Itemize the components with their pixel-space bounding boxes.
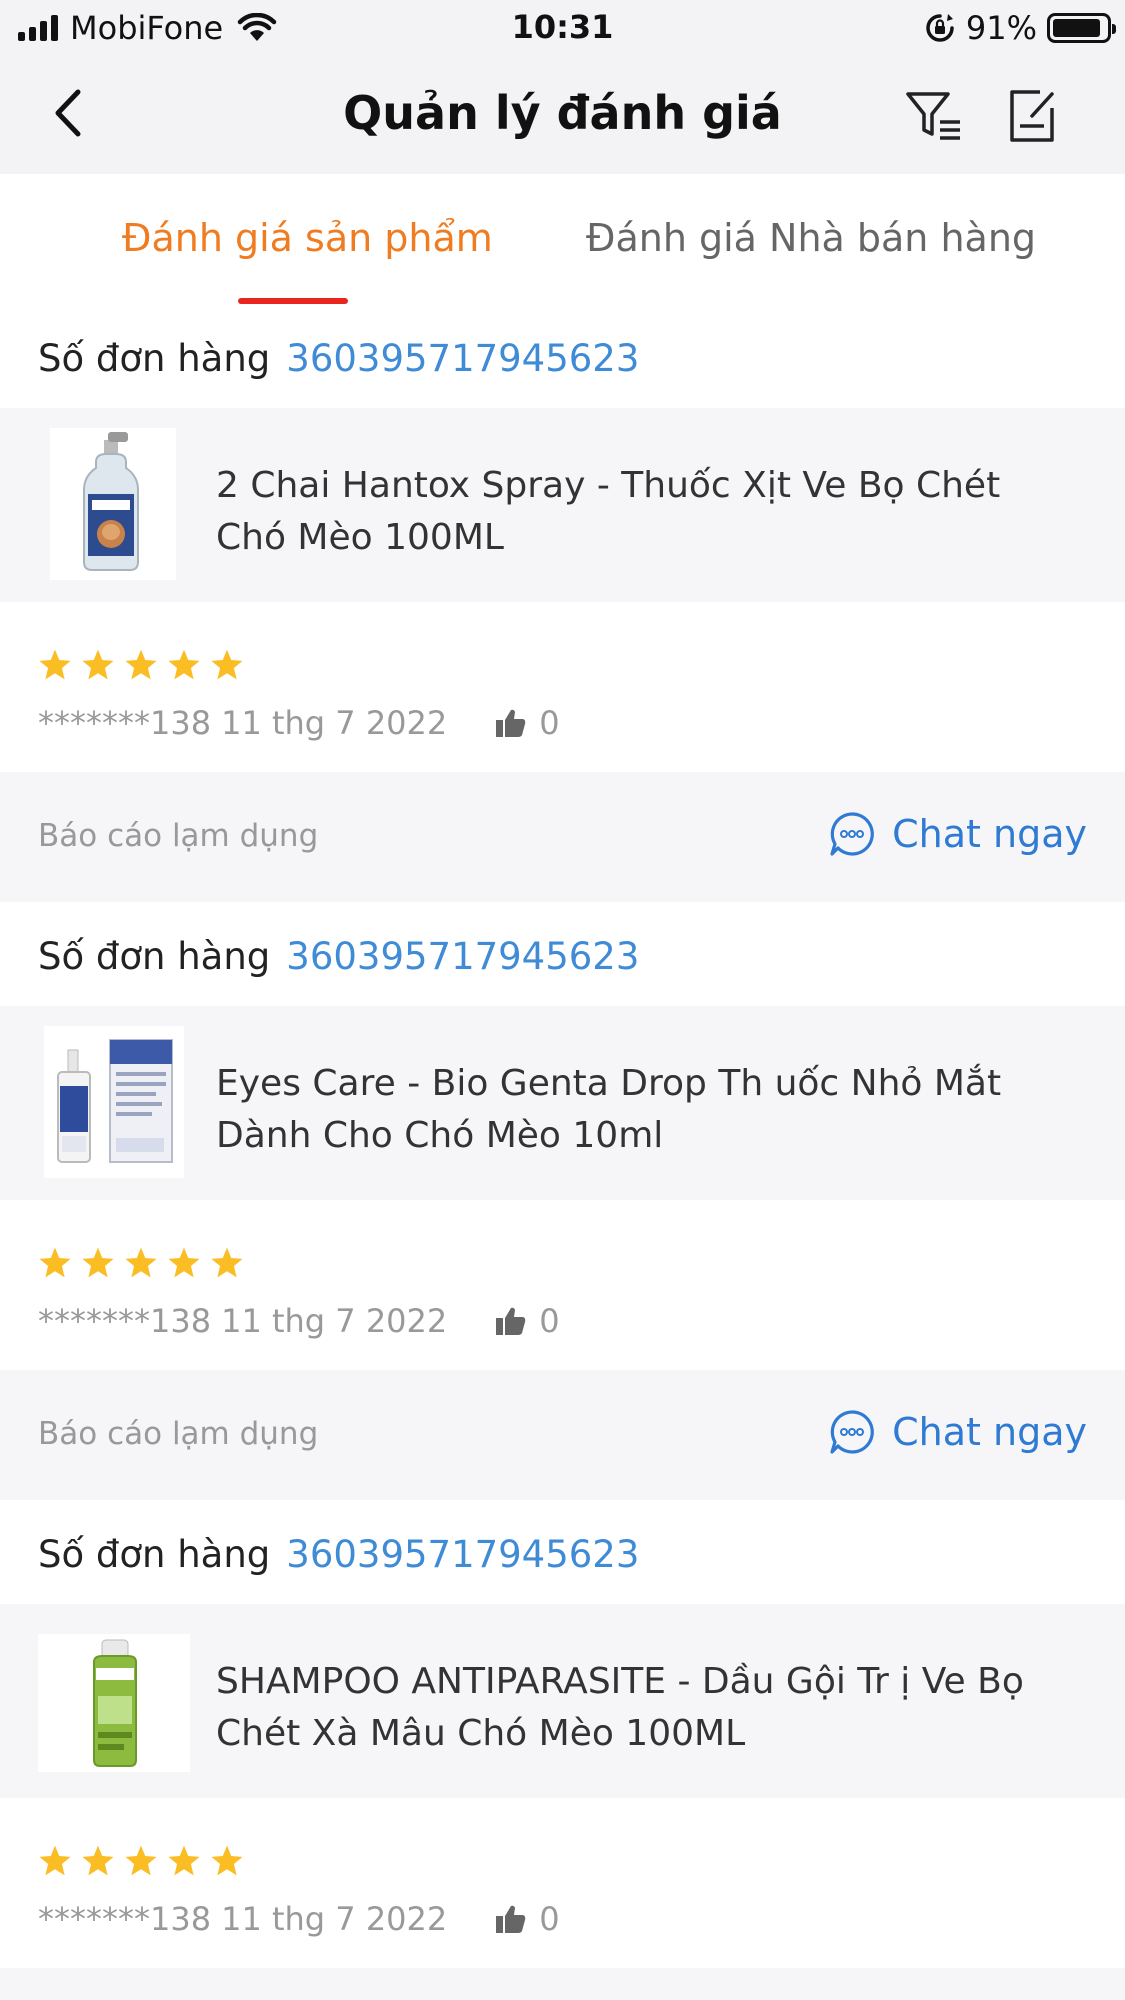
star-icon [211, 1845, 243, 1876]
order-number[interactable]: 360395717945623 [286, 337, 639, 380]
order-row: Số đơn hàng 360395717945623 [0, 1504, 1125, 1604]
action-row: Báo cáo lạm dụng Chat ngay [0, 1370, 1125, 1500]
star-icon [168, 1845, 200, 1876]
rating-area: *******138 11 thg 7 2022 0 [0, 1798, 1125, 1968]
like-button[interactable]: 0 [495, 704, 560, 742]
review-meta: *******138 11 thg 7 2022 0 [38, 1900, 560, 1938]
order-label: Số đơn hàng [38, 1532, 271, 1576]
orientation-lock-icon [926, 14, 954, 42]
thumbs-up-icon [496, 1307, 526, 1335]
review-date: 11 thg 7 2022 [221, 1302, 448, 1340]
status-bar: MobiFone 10:31 91% [0, 0, 1125, 56]
filter-button[interactable] [904, 86, 964, 146]
order-row: Số đơn hàng 360395717945623 [0, 308, 1125, 408]
action-row-partial [0, 1968, 1125, 2000]
review-tabs: Đánh giá sản phẩm Đánh giá Nhà bán hàng [0, 174, 1125, 308]
order-label: Số đơn hàng [38, 336, 271, 380]
product-image[interactable] [44, 1026, 184, 1178]
thumbs-up-icon [496, 1905, 526, 1933]
product-image[interactable] [38, 1634, 190, 1772]
star-rating [38, 1844, 244, 1877]
like-button[interactable]: 0 [495, 1302, 560, 1340]
filter-icon [906, 92, 960, 140]
review-meta: *******138 11 thg 7 2022 0 [38, 1302, 560, 1340]
shampoo-bottle-image [38, 1634, 190, 1772]
status-right: 91% [924, 9, 1116, 47]
chat-now-label: Chat ngay [892, 1410, 1087, 1454]
star-rating [38, 648, 244, 681]
tab-product-reviews[interactable]: Đánh giá sản phẩm [122, 216, 493, 260]
chat-now-button[interactable]: Chat ngay [828, 1408, 1087, 1456]
rating-area: *******138 11 thg 7 2022 0 [0, 602, 1125, 772]
product-row[interactable]: SHAMPOO ANTIPARASITE - Dầu Gội Tr ị Ve B… [0, 1604, 1125, 1798]
product-image[interactable] [50, 428, 176, 580]
star-icon [168, 649, 200, 680]
tab-active-indicator [238, 298, 348, 304]
star-icon [82, 1845, 114, 1876]
order-row: Số đơn hàng 360395717945623 [0, 906, 1125, 1006]
star-icon [39, 649, 71, 680]
eye-drop-box-image [44, 1026, 184, 1178]
chat-bubble-icon [830, 812, 874, 856]
order-number[interactable]: 360395717945623 [286, 935, 639, 978]
star-icon [125, 649, 157, 680]
battery-percent: 91% [965, 9, 1037, 47]
star-icon [211, 1247, 243, 1278]
star-icon [125, 1845, 157, 1876]
like-count: 0 [539, 1302, 560, 1340]
order-label: Số đơn hàng [38, 934, 271, 978]
star-icon [39, 1247, 71, 1278]
product-row[interactable]: 2 Chai Hantox Spray - Thuốc Xịt Ve Bọ Ch… [0, 408, 1125, 602]
product-row[interactable]: Eyes Care - Bio Genta Drop Th uốc Nhỏ Mắ… [0, 1006, 1125, 1200]
star-icon [211, 649, 243, 680]
thumbs-up-icon [496, 709, 526, 737]
tab-seller-reviews[interactable]: Đánh giá Nhà bán hàng [586, 216, 1036, 260]
reviewer-name: *******138 [38, 1302, 212, 1340]
like-count: 0 [539, 704, 560, 742]
product-name[interactable]: SHAMPOO ANTIPARASITE - Dầu Gội Tr ị Ve B… [216, 1656, 1076, 1760]
product-name[interactable]: Eyes Care - Bio Genta Drop Th uốc Nhỏ Mắ… [216, 1058, 1076, 1162]
star-icon [125, 1247, 157, 1278]
nav-bar: Quản lý đánh giá [0, 56, 1125, 174]
order-number[interactable]: 360395717945623 [286, 1533, 639, 1576]
review-date: 11 thg 7 2022 [221, 704, 448, 742]
star-rating [38, 1246, 244, 1279]
edit-icon [1010, 90, 1054, 142]
action-row: Báo cáo lạm dụng Chat ngay [0, 772, 1125, 902]
write-review-button[interactable] [1006, 86, 1058, 146]
star-icon [168, 1247, 200, 1278]
chat-now-label: Chat ngay [892, 812, 1087, 856]
chat-now-button[interactable]: Chat ngay [828, 810, 1087, 858]
reviewer-name: *******138 [38, 1900, 212, 1938]
like-button[interactable]: 0 [495, 1900, 560, 1938]
spray-bottle-image [50, 428, 176, 580]
chat-bubble-icon [830, 1410, 874, 1454]
review-meta: *******138 11 thg 7 2022 0 [38, 704, 560, 742]
star-icon [82, 1247, 114, 1278]
review-date: 11 thg 7 2022 [221, 1900, 448, 1938]
like-count: 0 [539, 1900, 560, 1938]
report-abuse-link[interactable]: Báo cáo lạm dụng [38, 818, 318, 854]
rating-area: *******138 11 thg 7 2022 0 [0, 1200, 1125, 1370]
report-abuse-link[interactable]: Báo cáo lạm dụng [38, 1416, 318, 1452]
product-name[interactable]: 2 Chai Hantox Spray - Thuốc Xịt Ve Bọ Ch… [216, 460, 1076, 564]
battery-icon [1047, 13, 1116, 43]
star-icon [39, 1845, 71, 1876]
reviewer-name: *******138 [38, 704, 212, 742]
star-icon [82, 649, 114, 680]
